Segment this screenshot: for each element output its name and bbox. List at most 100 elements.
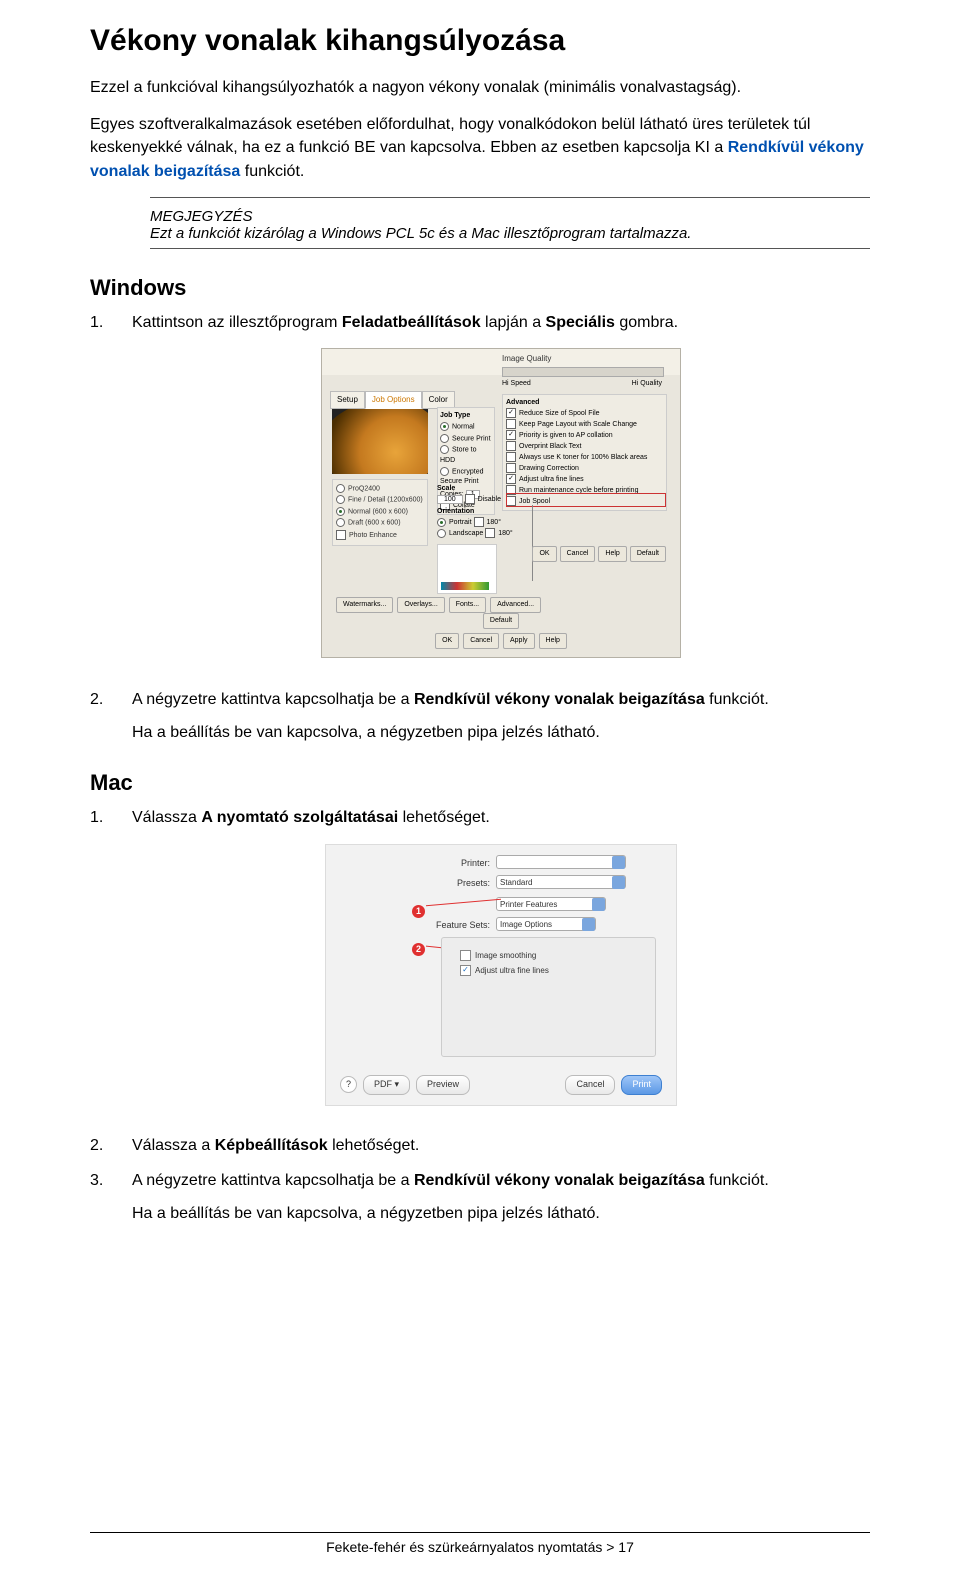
tab-color[interactable]: Color — [422, 391, 455, 409]
help-button[interactable]: Help — [539, 633, 567, 649]
dropdown-icon — [612, 856, 625, 869]
printer-label: Printer: — [432, 857, 490, 870]
chk-adjust-fine-lines[interactable]: ✓ — [506, 474, 516, 484]
callout-line — [532, 505, 533, 581]
note-text: Ezt a funkciót kizárólag a Windows PCL 5… — [150, 225, 870, 242]
win-step-2: A négyzetre kattintva kapcsolhatja be a … — [90, 688, 870, 744]
mac-heading: Mac — [90, 770, 870, 796]
mac-step3-post: funkciót. — [705, 1172, 769, 1189]
advanced-button[interactable]: Advanced... — [490, 597, 541, 613]
mac-print-button[interactable]: Print — [621, 1075, 662, 1094]
dropdown-icon — [612, 876, 625, 889]
fonts-button[interactable]: Fonts... — [449, 597, 486, 613]
feature-sets-select[interactable]: Image Options — [496, 917, 596, 931]
default2-button[interactable]: Default — [483, 613, 519, 629]
adv-ok-button[interactable]: OK — [532, 546, 556, 562]
tab-job-options[interactable]: Job Options — [365, 391, 422, 409]
watermarks-button[interactable]: Watermarks... — [336, 597, 393, 613]
mac-step1-bold: A nyomtató szolgáltatásai — [201, 809, 398, 826]
page-preview — [437, 544, 497, 594]
preview-thumbnail — [332, 409, 428, 474]
overlays-button[interactable]: Overlays... — [397, 597, 444, 613]
mac-step-1: Válassza A nyomtató szolgáltatásai lehet… — [90, 806, 870, 1105]
cancel-button[interactable]: Cancel — [463, 633, 499, 649]
radio-proq[interactable] — [336, 484, 345, 493]
win-step2-post: funkciót. — [705, 691, 769, 708]
quality-panel: ProQ2400 Fine / Detail (1200x600) Normal… — [332, 479, 428, 546]
fig1-tabs: Setup Job Options Color — [330, 391, 455, 409]
default-row: Default — [322, 613, 680, 629]
chk-land-180[interactable] — [485, 528, 495, 538]
help-icon[interactable]: ? — [340, 1076, 357, 1093]
presets-select[interactable]: Standard — [496, 875, 626, 889]
win-step2-extra: Ha a beállítás be van kapcsolva, a négyz… — [132, 721, 870, 744]
callout-1: 1 — [412, 905, 425, 918]
adv-default-button[interactable]: Default — [630, 546, 666, 562]
radio-normal[interactable] — [336, 507, 345, 516]
win-step2-bold: Rendkívül vékony vonalak beigazítása — [414, 691, 705, 708]
preview-button[interactable]: Preview — [416, 1075, 470, 1094]
radio-draft[interactable] — [336, 518, 345, 527]
mac-step3-extra: Ha a beállítás be van kapcsolva, a négyz… — [132, 1202, 870, 1225]
dialog-button-row: OK Cancel Apply Help — [322, 633, 680, 649]
scale-group: Scale 100 Disable — [437, 484, 501, 505]
chk-drawing-corr[interactable] — [506, 463, 516, 473]
fig1-image-quality-label: Image Quality — [502, 353, 551, 365]
slider-high: Hi Quality — [632, 379, 662, 389]
highlight-adjust-fine-lines — [506, 493, 666, 507]
radio-jt-secure[interactable] — [440, 434, 449, 443]
radio-portrait[interactable] — [437, 518, 446, 527]
chk-image-smoothing[interactable] — [460, 950, 471, 961]
win-step-1: Kattintson az illesztőprogram Feladatbeá… — [90, 311, 870, 658]
intro-2-pre: Egyes szoftveralkalmazások esetében előf… — [90, 116, 810, 156]
mac-step2-post: lehetőséget. — [328, 1137, 420, 1154]
butterfly-icon — [332, 409, 428, 474]
quality-slider[interactable] — [502, 367, 664, 377]
printer-select[interactable] — [496, 855, 626, 869]
chk-ap-collation[interactable]: ✓ — [506, 430, 516, 440]
chk-reduce-spool[interactable]: ✓ — [506, 408, 516, 418]
printer-features-select[interactable]: Printer Features — [496, 897, 606, 911]
feature-sets-label: Feature Sets: — [432, 919, 490, 932]
chk-photo-enhance[interactable] — [336, 530, 346, 540]
mac-step2-bold: Képbeállítások — [215, 1137, 328, 1154]
adv-button-row: OK Cancel Help Default — [532, 546, 666, 562]
intro-2-post: funkciót. — [240, 163, 304, 180]
pdf-button[interactable]: PDF ▾ — [363, 1075, 410, 1094]
radio-landscape[interactable] — [437, 529, 446, 538]
mac-step1-post: lehetőséget. — [398, 809, 490, 826]
adv-help-button[interactable]: Help — [598, 546, 626, 562]
mac-step-3: A négyzetre kattintva kapcsolhatja be a … — [90, 1169, 870, 1225]
mac-cancel-button[interactable]: Cancel — [565, 1075, 615, 1094]
chk-keep-layout[interactable] — [506, 419, 516, 429]
chk-port-180[interactable] — [474, 517, 484, 527]
color-bar-icon — [441, 582, 489, 590]
note-label: MEGJEGYZÉS — [150, 208, 870, 225]
scale-input[interactable]: 100 — [437, 495, 463, 504]
radio-jt-store[interactable] — [440, 445, 449, 454]
callout-2: 2 — [412, 943, 425, 956]
extras-button-row: Watermarks... Overlays... Fonts... Advan… — [336, 597, 541, 613]
apply-button[interactable]: Apply — [503, 633, 535, 649]
win-step1-b2: Speciális — [546, 314, 615, 331]
intro-2: Egyes szoftveralkalmazások esetében előf… — [90, 113, 870, 183]
chk-overprint[interactable] — [506, 441, 516, 451]
slider-low: Hi Speed — [502, 379, 531, 389]
figure-mac-print: Printer: Presets: Standard Printer Featu… — [325, 844, 677, 1106]
chk-k-toner[interactable] — [506, 452, 516, 462]
dropdown-icon — [592, 898, 605, 911]
mac-step-2: Válassza a Képbeállítások lehetőséget. — [90, 1134, 870, 1157]
ok-button[interactable]: OK — [435, 633, 459, 649]
adv-cancel-button[interactable]: Cancel — [560, 546, 596, 562]
tab-setup[interactable]: Setup — [330, 391, 365, 409]
intro-1: Ezzel a funkcióval kihangsúlyozhatók a n… — [90, 76, 870, 99]
radio-jt-enc[interactable] — [440, 467, 449, 476]
radio-fine[interactable] — [336, 495, 345, 504]
win-step1-mid: lapján a — [481, 314, 546, 331]
win-step1-b1: Feladatbeállítások — [342, 314, 481, 331]
chk-scale-disable[interactable] — [465, 494, 475, 504]
chk-adjust-fine-lines-mac[interactable]: ✓ — [460, 965, 471, 976]
figure-win-driver: Image Quality Hi Speed Hi Quality Setup … — [321, 348, 681, 658]
mac-bottom-row: ? PDF ▾ Preview Cancel Print — [326, 1075, 676, 1094]
radio-jt-normal[interactable] — [440, 422, 449, 431]
